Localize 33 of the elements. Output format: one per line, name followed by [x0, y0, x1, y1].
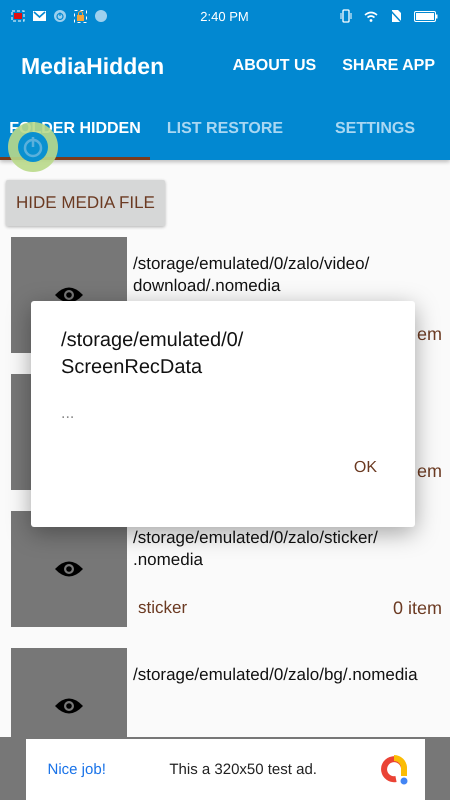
- status-time: 2:40 PM: [200, 8, 249, 24]
- toolbar-button[interactable]: ABOUT US: [232, 53, 316, 79]
- hide-media-button[interactable]: HIDE MEDIA FILE: [6, 180, 165, 226]
- screen-record-icon: [11, 10, 25, 22]
- tab[interactable]: LIST RESTORE: [150, 100, 300, 160]
- dialog-title: /storage/emulated/0/ScreenRecData: [61, 328, 244, 380]
- wifi-icon: [364, 10, 378, 22]
- folder-path: /storage/emulated/0/zalo/sticker/.nomedia: [133, 527, 379, 571]
- folder-path: /storage/emulated/0/zalo/bg/.nomedia: [133, 664, 419, 686]
- item-count: em: [416, 460, 442, 482]
- tab[interactable]: SETTINGS: [300, 100, 450, 160]
- eye-icon: [55, 560, 83, 578]
- circle-icon: [95, 10, 107, 22]
- app-title: MediaHidden: [21, 52, 164, 80]
- eye-icon: [55, 697, 83, 715]
- ok-button[interactable]: OK: [342, 453, 389, 483]
- folder-path: /storage/emulated/0/zalo/video/download/.nomedia: [133, 253, 370, 297]
- toolbar-button[interactable]: SHARE APP: [342, 53, 435, 79]
- folder-name: sticker: [137, 598, 188, 618]
- ad-logo-icon: [380, 754, 410, 786]
- item-count: 0 item: [392, 598, 442, 618]
- battery-icon: [414, 10, 438, 22]
- ad-text: This a 320x50 test ad.: [169, 761, 317, 778]
- dialog-message: ...: [61, 405, 74, 423]
- item-count: em: [416, 324, 442, 344]
- power-icon: [54, 10, 66, 22]
- vibrate-icon: [340, 9, 352, 23]
- folder-thumbnail[interactable]: [11, 648, 127, 737]
- mail-icon: [33, 11, 46, 21]
- no-sim-icon: [390, 9, 402, 23]
- ad-banner[interactable]: Nice job! This a 320x50 test ad.: [26, 739, 424, 800]
- ad-headline: Nice job!: [48, 761, 106, 778]
- lock-icon: [74, 10, 87, 22]
